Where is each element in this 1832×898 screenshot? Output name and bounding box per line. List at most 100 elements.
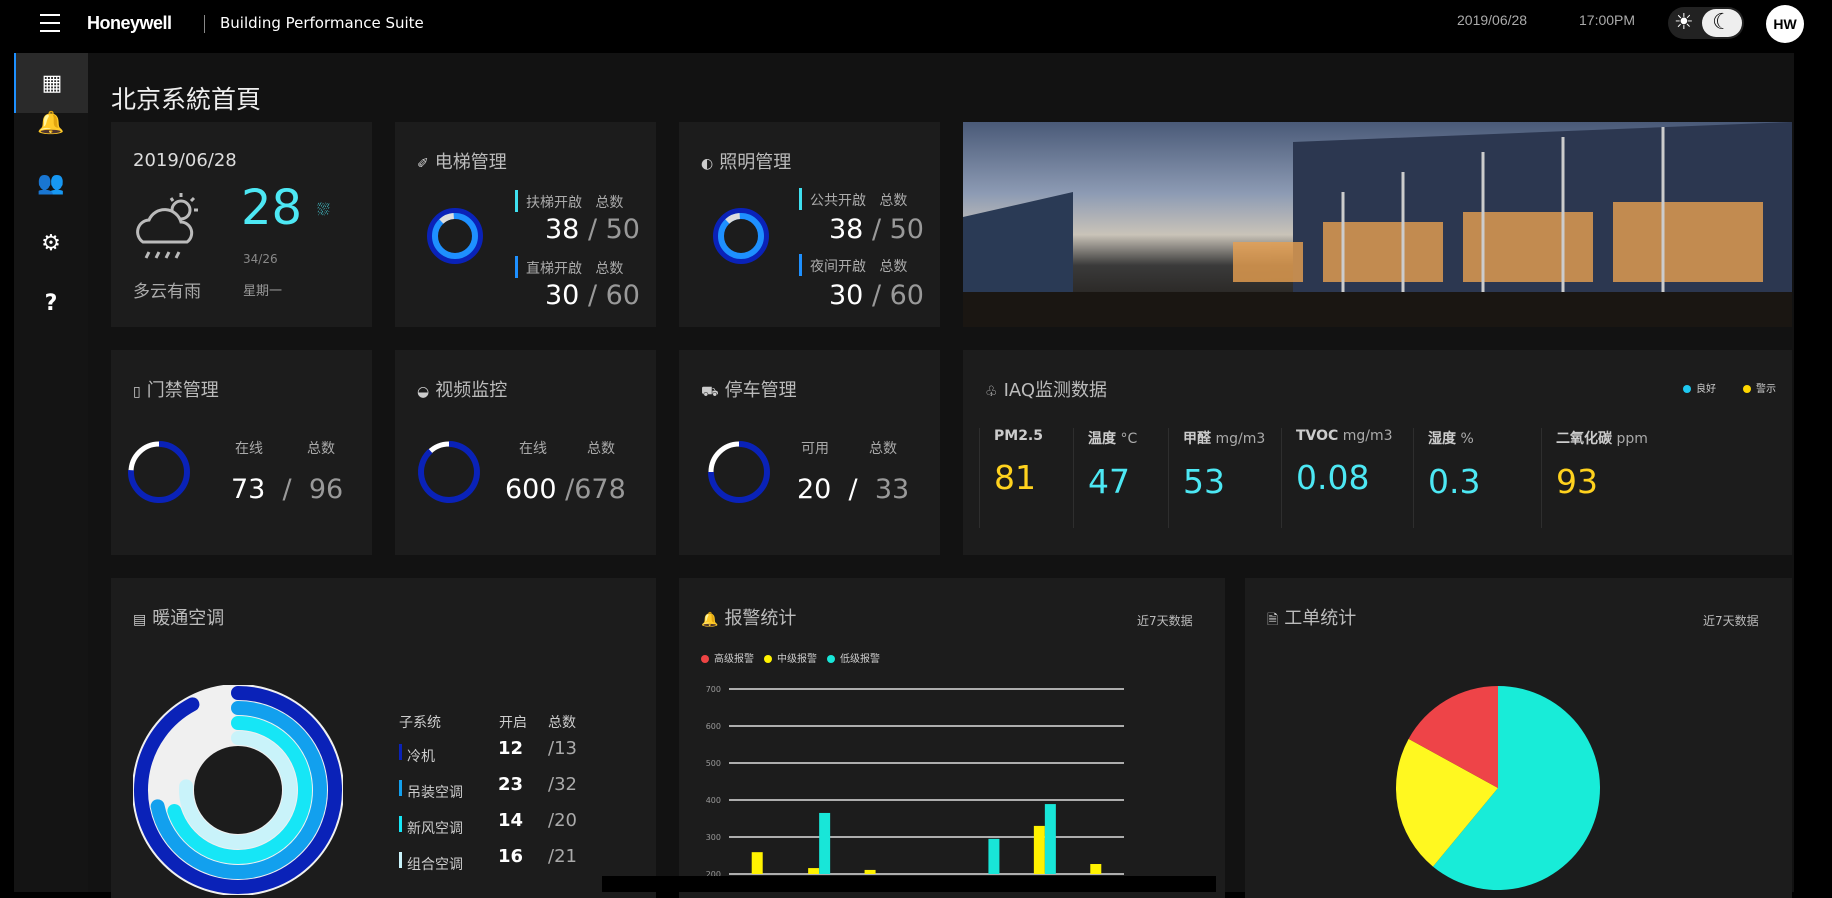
app-title: Building Performance Suite: [220, 14, 424, 32]
alarm-bar-chart: 700600500400300200: [706, 685, 1124, 879]
bar-中级报警-7: [1090, 864, 1102, 874]
grid-icon: ▦: [41, 70, 63, 96]
card-title: ⛟ 停车管理: [701, 376, 797, 402]
metric-value: 53: [1183, 462, 1225, 501]
iaq-metric: 温度 °C 47: [1073, 428, 1137, 528]
ring-inner: [718, 213, 764, 259]
weather-unit-icon: ⛆: [317, 200, 330, 219]
bar-中级报警-2: [808, 868, 820, 874]
video-surveillance-card[interactable]: ◒ 视频监控 在线 总数 600 /678: [395, 350, 656, 555]
metric-name: 温度 °C: [1088, 431, 1138, 447]
hvac-ring-chart: [133, 685, 343, 895]
row-marker: [799, 254, 802, 276]
elevator-icon: ✐: [417, 156, 429, 172]
elevator-card[interactable]: ✐ 电梯管理 扶梯开啟 总数 38 / 50 直梯开啟 总数 30 / 60: [395, 122, 656, 327]
public-label: 公共开啟 总数: [810, 193, 908, 209]
card-title: ◐ 照明管理: [701, 148, 791, 174]
subsystem-total: /20: [548, 810, 577, 831]
sun-icon: ☀: [1674, 10, 1694, 35]
metric-value: 0.3: [1428, 462, 1481, 501]
header-date: 2019/06/28: [1457, 12, 1528, 28]
bell-icon: 🔔: [37, 110, 65, 136]
weekday: 星期一: [243, 284, 283, 299]
iaq-metric: TVOC mg/m3 0.08: [1281, 428, 1393, 528]
lighting-card[interactable]: ◐ 照明管理 公共开啟 总数 38 / 50 夜间开啟 总数 30 / 60: [679, 122, 940, 327]
avatar[interactable]: HW: [1766, 5, 1804, 43]
header-time: 17:00PM: [1579, 12, 1636, 28]
sidebar-item-help[interactable]: ?: [14, 273, 88, 333]
truck-icon: ⛟: [701, 384, 719, 400]
subsystem-name: 新风空调: [407, 821, 463, 837]
elevator-title: 电梯管理: [434, 152, 507, 173]
parking-card[interactable]: ⛟ 停车管理 可用 总数 20 / 33: [679, 350, 940, 555]
night-label: 夜间开啟 总数: [810, 259, 908, 275]
sidebar-item-settings[interactable]: ⚙: [14, 213, 88, 273]
bar-低级报警-5: [988, 838, 1000, 874]
work-order-pie-chart: [1396, 686, 1600, 890]
ring-outer: [427, 208, 483, 264]
divider: [204, 15, 205, 33]
y-tick-label: 700: [706, 685, 721, 694]
ring-remaining: [439, 213, 455, 224]
metric-value: 47: [1088, 462, 1130, 501]
metric-name: TVOC mg/m3: [1296, 428, 1393, 444]
subsystem-on: 16: [498, 846, 524, 867]
door-icon: ▯: [133, 384, 141, 400]
parking-ring: [708, 441, 770, 503]
sidebar-item-alarms[interactable]: 🔔: [14, 93, 88, 153]
subsystem-on: 23: [498, 774, 524, 795]
total-label: 总数: [307, 441, 335, 457]
card-title: 🗎 工单统计: [1267, 604, 1356, 633]
header-subsystem: 子系统: [399, 715, 441, 731]
row-marker: [799, 188, 802, 210]
half-circle-icon: ◐: [701, 156, 714, 172]
metric-name: 二氧化碳 ppm: [1556, 431, 1648, 447]
subsystem-on: 14: [498, 810, 524, 831]
bar-中级报警-1: [751, 852, 763, 874]
ring-outer: [713, 208, 769, 264]
video-ring: [418, 441, 480, 503]
subsystem-name: 吊装空调: [407, 785, 463, 801]
ring-progress: [418, 441, 480, 503]
video-title: 视频监控: [435, 380, 508, 401]
y-tick-label: 300: [706, 833, 721, 842]
iaq-metric: 甲醛 mg/m3 53: [1168, 428, 1265, 528]
lighting-ring: [713, 208, 769, 264]
lift-label: 直梯开啟 总数: [526, 261, 624, 277]
temp-range: 34/26: [243, 252, 278, 266]
iaq-card[interactable]: ♧ IAQ监测数据 良好 警示 PM2.5 81 温度 °C 47 甲醛 mg/m3 53…: [963, 350, 1792, 555]
access-control-card[interactable]: ▯ 门禁管理 在线 总数 73 / 96: [111, 350, 372, 555]
metric-name: 甲醛 mg/m3: [1183, 431, 1266, 447]
subsystem-name: 组合空调: [407, 857, 463, 873]
hvac-card[interactable]: ▤ 暖通空调 子系统 开启 总数 冷机 12 /13 吊装空调 23 /32 新风…: [111, 578, 656, 898]
hvac-icon: ▤: [133, 612, 147, 628]
row-marker: [515, 256, 518, 278]
alarm-stats-card[interactable]: 🔔 报警统计 近7天数据 高级报警 中级报警 低级报警 700 600 500 400 300…: [679, 578, 1225, 898]
bar-低级报警-2: [819, 812, 831, 874]
subsystem-marker: [399, 744, 402, 760]
card-title: ▯ 门禁管理: [133, 376, 219, 402]
iaq-metric: 湿度 % 0.3: [1413, 428, 1480, 528]
subsystem-marker: [399, 780, 402, 796]
hamburger-menu-icon[interactable]: [40, 14, 60, 32]
moon-icon: ☾: [1702, 9, 1742, 37]
available-label: 可用: [801, 441, 829, 457]
total-label: 总数: [869, 441, 897, 457]
weather-card: 2019/06/28 多云有雨 28 ⛆ 34/26 星期一: [111, 122, 372, 327]
ring-inner: [432, 213, 478, 259]
sidebar-item-users[interactable]: 👥: [14, 153, 88, 213]
legend-warn: 警示: [1743, 380, 1776, 395]
theme-toggle[interactable]: ☀ ☾: [1668, 7, 1744, 39]
period-label[interactable]: 近7天数据: [1703, 612, 1759, 629]
total-label: 总数: [587, 441, 615, 457]
work-order-card[interactable]: 🗎 工单统计 近7天数据: [1245, 578, 1792, 898]
cloud-rain-icon: [136, 193, 198, 259]
bar-低级报警-6: [1044, 804, 1056, 874]
iaq-metric: 二氧化碳 ppm 93: [1541, 428, 1648, 528]
subsystem-marker: [399, 852, 402, 868]
subsystem-total: /21: [548, 846, 577, 867]
online-label: 在线: [519, 441, 547, 457]
row-marker: [515, 190, 518, 212]
public-count: 38 / 50: [829, 214, 924, 245]
users-icon: 👥: [37, 170, 65, 196]
